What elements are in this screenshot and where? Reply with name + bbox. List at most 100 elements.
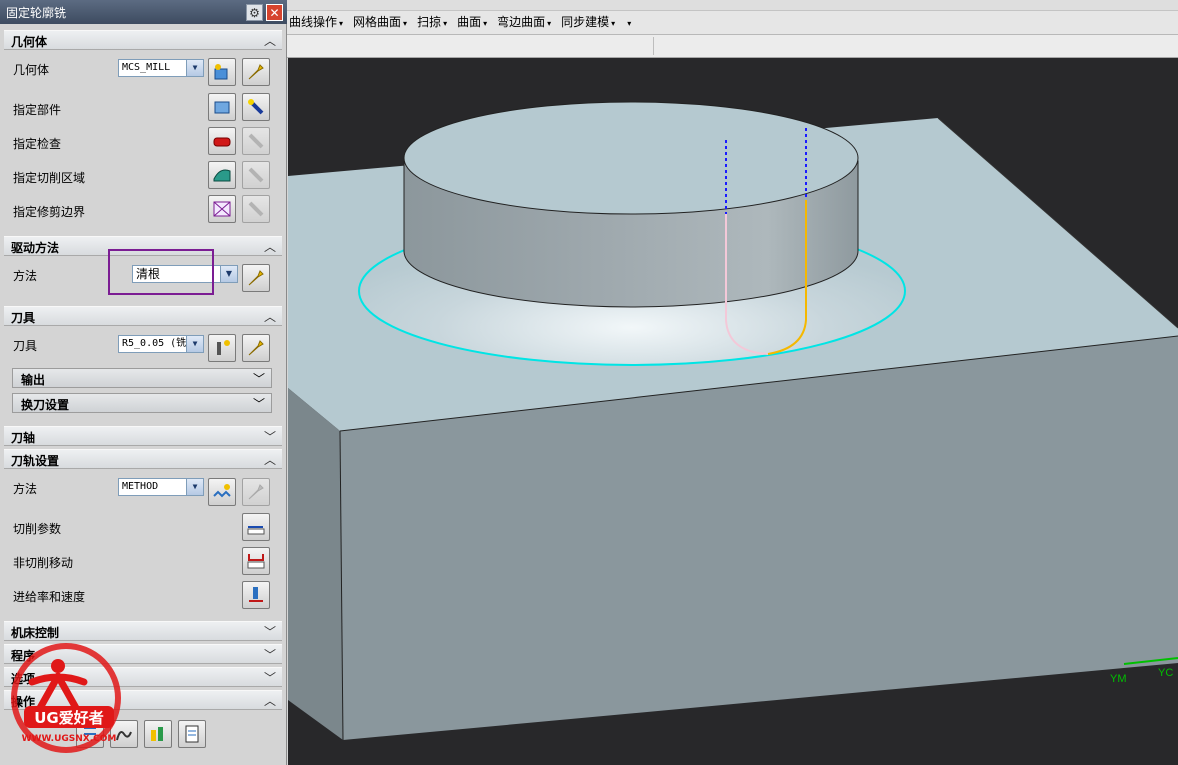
tool-label: 刀具 [13,339,38,353]
verify-icon [151,727,163,741]
display-trim-button[interactable] [242,195,270,223]
menu-mesh-surface[interactable]: 网格曲面 ▾ [349,12,413,32]
block-left-face [288,388,343,740]
non-cut-label: 非切削移动 [13,556,74,570]
chevron-up-icon: ︿ [263,453,276,467]
specify-cut-area-button[interactable] [208,161,236,189]
display-check-button[interactable] [242,127,270,155]
new-method-button[interactable] [208,478,236,506]
chevron-up-icon: ︿ [263,694,276,708]
secondary-toolbar [285,35,1178,58]
cut-params-icon [247,526,265,535]
chevron-up-icon: ︿ [263,34,276,48]
menu-flange-surface[interactable]: 弯边曲面 ▾ [493,12,557,32]
display-part-button[interactable] [242,93,270,121]
section-tool-header[interactable]: 刀具 ︿ [4,306,282,326]
non-cut-moves-icon [247,554,265,569]
feeds-label: 进给率和速度 [13,590,86,604]
chevron-down-icon: ▼ [186,60,203,76]
svg-text:UG爱好者: UG爱好者 [34,709,104,727]
svg-text:WWW.UGSNX.COM: WWW.UGSNX.COM [22,734,117,744]
chevron-up-icon: ︿ [263,240,276,254]
icon-toolbar-row [285,0,1178,11]
check-geometry-icon [213,137,231,147]
cut-params-label: 切削参数 [13,522,62,536]
specify-trim-button[interactable] [208,195,236,223]
chevron-up-icon: ︿ [263,310,276,324]
edit-drive-button[interactable] [242,264,270,292]
wrench-icon [248,270,264,286]
dialog-title: 固定轮廓铣 [6,6,67,20]
chevron-down-icon: ▼ [186,479,203,495]
watermark-seal-icon: UG爱好者 WWW.UGSNX.COM [11,643,121,753]
chevron-down-icon: ﹀ [252,372,265,386]
specify-check-label: 指定检查 [13,137,62,151]
tool-select[interactable]: R5_0.05 (铣 ▼ [118,335,204,353]
ugsnx-watermark-logo: UG爱好者 WWW.UGSNX.COM [10,642,128,760]
chevron-down-icon: ﹀ [263,625,276,639]
yc-label: YC [1158,667,1173,679]
list-button[interactable] [178,720,206,748]
new-tool-button[interactable] [208,334,236,362]
section-path-header[interactable]: 刀轨设置 ︿ [4,449,282,469]
output-subsection[interactable]: 输出 ﹀ [12,368,272,388]
boss-top-face [403,101,859,215]
list-icon [185,725,199,743]
new-tool-icon [217,340,230,355]
menu-curve-ops[interactable]: 曲线操作 ▾ [285,12,349,32]
menu-overflow-chevron[interactable]: ▾ [621,12,637,32]
specify-part-button[interactable] [208,93,236,121]
highlight-box [108,249,214,295]
chevron-down-icon: ﹀ [263,671,276,685]
section-machine-header[interactable]: 机床控制 ﹀ [4,621,282,641]
menu-surface[interactable]: 曲面 ▾ [453,12,493,32]
new-geometry-button[interactable] [208,58,236,86]
geometry-label: 几何体 [13,63,50,77]
trim-boundary-icon [213,201,231,217]
ym-label: YM [1110,673,1127,685]
cut-area-icon [213,169,231,182]
flashlight-disabled-icon [248,201,264,217]
feeds-button[interactable] [242,581,270,609]
menu-bar: 曲线操作 ▾ 网格曲面 ▾ 扫掠 ▾ 曲面 ▾ 弯边曲面 ▾ 同步建模 ▾ ▾ [285,12,637,32]
flashlight-icon [248,99,264,115]
drive-method-label: 方法 [13,269,38,283]
cut-params-button[interactable] [242,513,270,541]
verify-button[interactable] [144,720,172,748]
flashlight-disabled-icon [248,167,264,183]
edit-geometry-button[interactable] [242,58,270,86]
menu-sweep[interactable]: 扫掠 ▾ [413,12,453,32]
tool-change-subsection[interactable]: 换刀设置 ﹀ [12,393,272,413]
menu-sync-modeling[interactable]: 同步建模 ▾ [557,12,621,32]
gear-icon[interactable]: ⚙ [246,4,263,21]
section-axis-header[interactable]: 刀轴 ﹀ [4,426,282,446]
chevron-down-icon: ﹀ [252,397,265,411]
graphics-viewport[interactable]: YM YC [288,58,1178,765]
specify-check-button[interactable] [208,127,236,155]
edit-tool-button[interactable] [242,334,270,362]
wrench-icon [248,340,264,356]
non-cut-button[interactable] [242,547,270,575]
model-view: YM YC [288,101,1178,741]
path-method-label: 方法 [13,482,38,496]
wrench-disabled-icon [248,484,264,500]
section-geometry-header[interactable]: 几何体 ︿ [4,30,282,50]
display-cut-area-button[interactable] [242,161,270,189]
chevron-down-icon: ﹀ [263,430,276,444]
chevron-down-icon: ﹀ [263,648,276,662]
part-icon [214,101,230,114]
chevron-down-icon: ▼ [220,266,237,282]
close-icon[interactable]: ✕ [266,4,283,21]
specify-trim-label: 指定修剪边界 [13,205,86,219]
chevron-down-icon: ▼ [186,336,203,352]
new-method-icon [213,484,231,498]
path-method-select[interactable]: METHOD ▼ [118,478,204,496]
top-toolbar: 曲线操作 ▾ 网格曲面 ▾ 扫掠 ▾ 曲面 ▾ 弯边曲面 ▾ 同步建模 ▾ ▾ [285,0,1178,35]
specify-cut-area-label: 指定切削区域 [13,171,86,185]
new-geometry-icon [214,64,228,80]
dialog-titlebar: 固定轮廓铣 ⚙ ✕ [0,0,287,24]
edit-method-button[interactable] [242,478,270,506]
geometry-select[interactable]: MCS_MILL ▼ [118,59,204,77]
specify-part-label: 指定部件 [13,103,62,117]
feeds-speeds-icon [249,587,263,602]
